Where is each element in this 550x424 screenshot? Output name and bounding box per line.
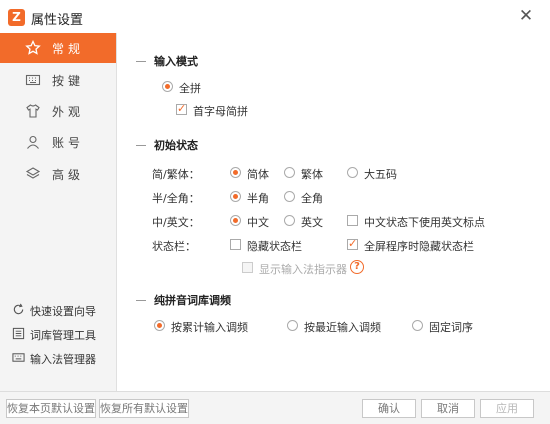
sidebar-item-advanced[interactable]: 高级 [0,159,116,189]
traditional-radio[interactable]: 繁体 [284,165,334,181]
user-icon [27,135,39,149]
dictionary-tool-label: 词库管理工具 [30,329,96,342]
tshirt-icon [26,104,40,118]
english-radio[interactable]: 英文 [284,213,334,229]
chinese-label: 中文 [247,216,269,229]
full-width-label: 全角 [301,192,323,205]
half-width-label: 半角 [247,192,269,205]
radio-indicator [284,167,295,178]
show-indicator-checkbox[interactable]: 显示输入法指示器 ? [242,260,372,276]
radio-indicator [230,191,241,202]
section-title: 纯拼音词库调频 [154,294,231,307]
tuning-recent-radio[interactable]: 按最近输入调频 [287,318,397,334]
checkbox-indicator [347,215,358,226]
ok-button[interactable]: 确认 [362,399,416,418]
half-width-radio[interactable]: 半角 [230,189,280,205]
checkbox-indicator [176,102,187,115]
radio-indicator [284,215,295,226]
radio-indicator [287,320,298,331]
sidebar: 常规 按键 外观 账号 高级 快速设置向导 词库管理工具 输入法管理器 [0,33,117,391]
show-indicator-label: 显示输入法指示器 [259,263,347,276]
big5-label: 大五码 [364,168,397,181]
chinese-radio[interactable]: 中文 [230,213,280,229]
radio-indicator [347,167,358,178]
help-icon[interactable]: ? [350,260,364,274]
english-punctuation-checkbox[interactable]: 中文状态下使用英文标点 [347,213,507,229]
full-pinyin-radio[interactable]: 全拼 [162,79,222,95]
english-punctuation-label: 中文状态下使用英文标点 [364,216,485,229]
half-full-width-label: 半/全角： [152,192,200,205]
radio-indicator [230,167,241,178]
restore-page-defaults-button[interactable]: 恢复本页默认设置 [6,399,96,418]
radio-indicator [412,320,423,331]
fullscreen-hide-statusbar-label: 全屏程序时隐藏状态栏 [364,240,474,253]
radio-indicator [162,81,173,92]
english-label: 英文 [301,216,323,229]
sidebar-item-label: 常规 [52,42,85,56]
section-divider [136,300,146,301]
hide-statusbar-checkbox[interactable]: 隐藏状态栏 [230,237,320,253]
sidebar-item-label: 按键 [52,74,85,88]
cancel-button[interactable]: 取消 [421,399,475,418]
sidebar-item-general[interactable]: 常规 [0,33,116,63]
full-width-radio[interactable]: 全角 [284,189,334,205]
section-divider [136,145,146,146]
restore-all-defaults-button[interactable]: 恢复所有默认设置 [99,399,189,418]
fullscreen-hide-statusbar-checkbox[interactable]: 全屏程序时隐藏状态栏 [347,237,507,253]
keyboard-icon [12,353,25,362]
traditional-label: 繁体 [301,168,323,181]
keyboard-icon [25,74,41,86]
section-pinyin-tuning: 纯拼音词库调频 [136,292,276,308]
refresh-icon [13,303,24,315]
checkbox-indicator [347,237,358,250]
section-title: 输入模式 [154,55,198,68]
tuning-cumulative-radio[interactable]: 按累计输入调频 [154,318,264,334]
initial-abbr-label: 首字母简拼 [193,105,248,118]
apply-button[interactable]: 应用 [480,399,534,418]
ime-manager-label: 输入法管理器 [30,353,96,366]
statusbar-label: 状态栏： [152,240,196,253]
sidebar-item-appearance[interactable]: 外观 [0,96,116,126]
section-initial-state: 初始状态 [136,137,256,153]
radio-indicator [284,191,295,202]
tuning-cumulative-label: 按累计输入调频 [171,321,248,334]
initial-abbr-checkbox[interactable]: 首字母简拼 [176,102,276,118]
close-button[interactable]: ✕ [516,6,536,26]
sidebar-item-label: 高级 [52,168,85,182]
radio-indicator [154,320,165,331]
tuning-fixed-radio[interactable]: 固定词序 [412,318,492,334]
app-logo-icon: Z [8,9,25,26]
simplified-label: 简体 [247,168,269,181]
checkbox-indicator [230,239,241,250]
layers-icon [25,167,41,179]
chinese-english-label: 中/英文： [152,216,200,229]
sidebar-item-keys[interactable]: 按键 [0,65,116,95]
hide-statusbar-label: 隐藏状态栏 [247,240,302,253]
star-icon [25,40,41,55]
trad-simplified-label: 简/繁体： [152,168,200,181]
section-input-mode: 输入模式 [136,53,256,69]
settings-panel: 输入模式 全拼 首字母简拼 初始状态 简/繁体： 简体 繁体 大五码 半/全角：… [118,33,550,391]
quick-setup-wizard-link[interactable]: 快速设置向导 [12,301,112,319]
section-divider [136,61,146,62]
book-icon [12,327,25,340]
ime-manager-link[interactable]: 输入法管理器 [12,349,112,367]
checkbox-indicator [242,262,253,273]
section-title: 初始状态 [154,139,198,152]
full-pinyin-label: 全拼 [179,82,201,95]
sidebar-item-label: 账号 [52,136,85,150]
dictionary-tool-link[interactable]: 词库管理工具 [12,325,112,343]
window-title: 属性设置 [31,13,84,28]
sidebar-item-label: 外观 [52,105,85,119]
radio-indicator [230,215,241,226]
title-bar: Z 属性设置 ✕ [0,0,550,33]
dialog-footer: 恢复本页默认设置 恢复所有默认设置 确认 取消 应用 [0,391,550,424]
big5-radio[interactable]: 大五码 [347,165,407,181]
simplified-radio[interactable]: 简体 [230,165,280,181]
quick-setup-wizard-label: 快速设置向导 [30,305,96,318]
tuning-recent-label: 按最近输入调频 [304,321,381,334]
tuning-fixed-label: 固定词序 [429,321,473,334]
sidebar-item-account[interactable]: 账号 [0,127,116,157]
